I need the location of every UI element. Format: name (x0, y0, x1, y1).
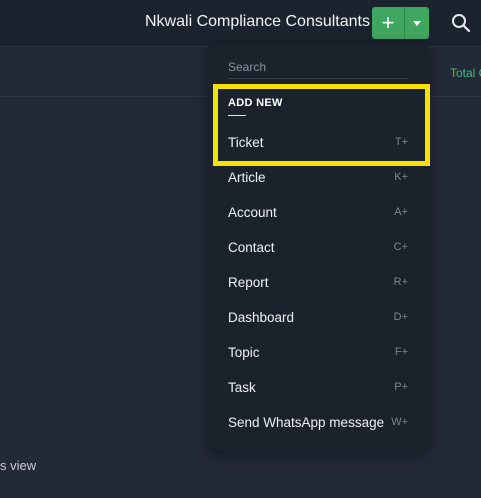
menu-item-send-whatsapp-message[interactable]: Send WhatsApp message W+ (208, 408, 428, 438)
menu-item-label: Account (228, 205, 277, 220)
menu-item-report[interactable]: Report R+ (208, 268, 428, 298)
menu-item-shortcut: C+ (393, 241, 408, 253)
search-icon[interactable] (451, 13, 471, 33)
menu-item-label: Topic (228, 345, 260, 360)
menu-item-shortcut: K+ (394, 171, 408, 183)
menu-item-label: Task (228, 380, 256, 395)
menu-item-label: Report (228, 275, 269, 290)
menu-item-label: Contact (228, 240, 275, 255)
menu-item-ticket[interactable]: Ticket T+ (208, 128, 428, 158)
menu-item-article[interactable]: Article K+ (208, 163, 428, 193)
dropdown-search-input[interactable] (228, 56, 408, 79)
menu-item-shortcut: R+ (393, 276, 408, 288)
menu-item-label: Article (228, 170, 266, 185)
view-label: s view (0, 458, 37, 473)
menu-item-shortcut: A+ (394, 206, 408, 218)
add-new-button-group[interactable]: + (372, 7, 429, 39)
menu-item-shortcut: F+ (394, 346, 408, 358)
add-new-button[interactable]: + (372, 7, 404, 39)
menu-item-account[interactable]: Account A+ (208, 198, 428, 228)
plus-icon: + (381, 10, 395, 35)
menu-item-contact[interactable]: Contact C+ (208, 233, 428, 263)
menu-item-task[interactable]: Task P+ (208, 373, 428, 403)
add-new-dropdown-toggle[interactable] (405, 7, 429, 39)
menu-item-dashboard[interactable]: Dashboard D+ (208, 303, 428, 333)
menu-item-label: Ticket (228, 135, 264, 150)
section-title-add-new: ADD NEW (228, 97, 283, 109)
menu-item-topic[interactable]: Topic F+ (208, 338, 428, 368)
menu-item-shortcut: D+ (393, 311, 408, 323)
menu-item-shortcut: W+ (391, 416, 408, 428)
menu-item-label: Dashboard (228, 310, 295, 325)
menu-item-shortcut: T+ (394, 136, 408, 148)
menu-item-shortcut: P+ (394, 381, 408, 393)
caret-down-icon (413, 20, 421, 26)
add-new-dropdown-menu: ADD NEW Ticket T+ Article K+ Account A+ … (208, 44, 428, 450)
menu-item-label: Send WhatsApp message (228, 415, 385, 430)
section-title-underline (228, 115, 246, 116)
top-bar: Nkwali Compliance Consultants + (0, 0, 481, 47)
total-count-label: Total C (450, 66, 481, 80)
org-name: Nkwali Compliance Consultants (145, 13, 370, 30)
